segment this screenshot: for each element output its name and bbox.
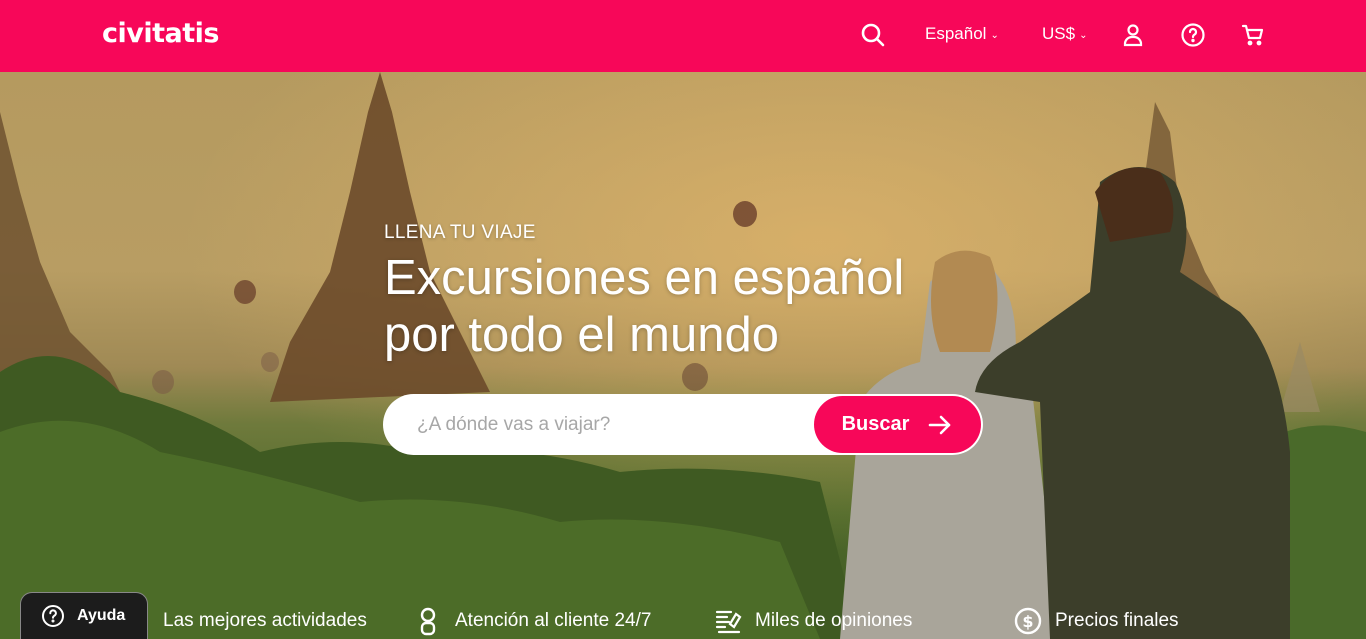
hero-banner: LLENA TU VIAJE Excursiones en español po… xyxy=(0,72,1366,639)
reviews-icon xyxy=(715,610,742,633)
support-icon xyxy=(420,607,436,635)
feature-label: Precios finales xyxy=(1055,609,1179,631)
cart-icon[interactable] xyxy=(1240,22,1266,48)
language-selector[interactable]: Español ⌄ xyxy=(925,24,999,44)
feature-label: Atención al cliente 24/7 xyxy=(455,609,652,631)
feature-item: Miles de opiniones xyxy=(713,602,912,639)
search-button-label: Buscar xyxy=(841,413,910,435)
feature-item: Las mejores actividades xyxy=(163,602,367,639)
civitatis-logo[interactable]: civitatis xyxy=(102,18,219,49)
hero-eyebrow: LLENA TU VIAJE xyxy=(384,222,536,243)
features-bar: Las mejores actividades Atención al clie… xyxy=(0,602,1366,639)
help-icon[interactable] xyxy=(1180,22,1206,48)
feature-item: $ Precios finales xyxy=(1013,602,1179,639)
currency-label: US$ xyxy=(1042,24,1076,43)
top-header: civitatis Español ⌄ US$ ⌄ xyxy=(0,0,1366,72)
help-label: Ayuda xyxy=(77,607,126,624)
search-button[interactable]: Buscar xyxy=(814,396,981,453)
dollar-icon: $ xyxy=(1014,607,1042,634)
svg-text:$: $ xyxy=(1022,612,1033,631)
hero-headline: Excursiones en español por todo el mundo xyxy=(384,251,905,362)
question-icon xyxy=(42,605,64,627)
feature-label: Las mejores actividades xyxy=(163,609,367,631)
language-label: Español xyxy=(925,24,987,43)
feature-label: Miles de opiniones xyxy=(755,609,913,631)
feature-item: Atención al cliente 24/7 xyxy=(413,602,651,639)
arrow-right-icon xyxy=(929,415,951,434)
currency-selector[interactable]: US$ ⌄ xyxy=(1042,24,1087,44)
user-icon[interactable] xyxy=(1120,22,1146,48)
search-icon[interactable] xyxy=(860,22,886,48)
destination-search-input[interactable] xyxy=(417,394,807,455)
help-chat-button[interactable]: Ayuda xyxy=(20,592,148,639)
chevron-down-icon: ⌄ xyxy=(990,29,999,41)
chevron-down-icon: ⌄ xyxy=(1079,29,1088,41)
search-box: Buscar xyxy=(383,394,983,455)
hero-text: LLENA TU VIAJE Excursiones en español po… xyxy=(384,222,984,364)
